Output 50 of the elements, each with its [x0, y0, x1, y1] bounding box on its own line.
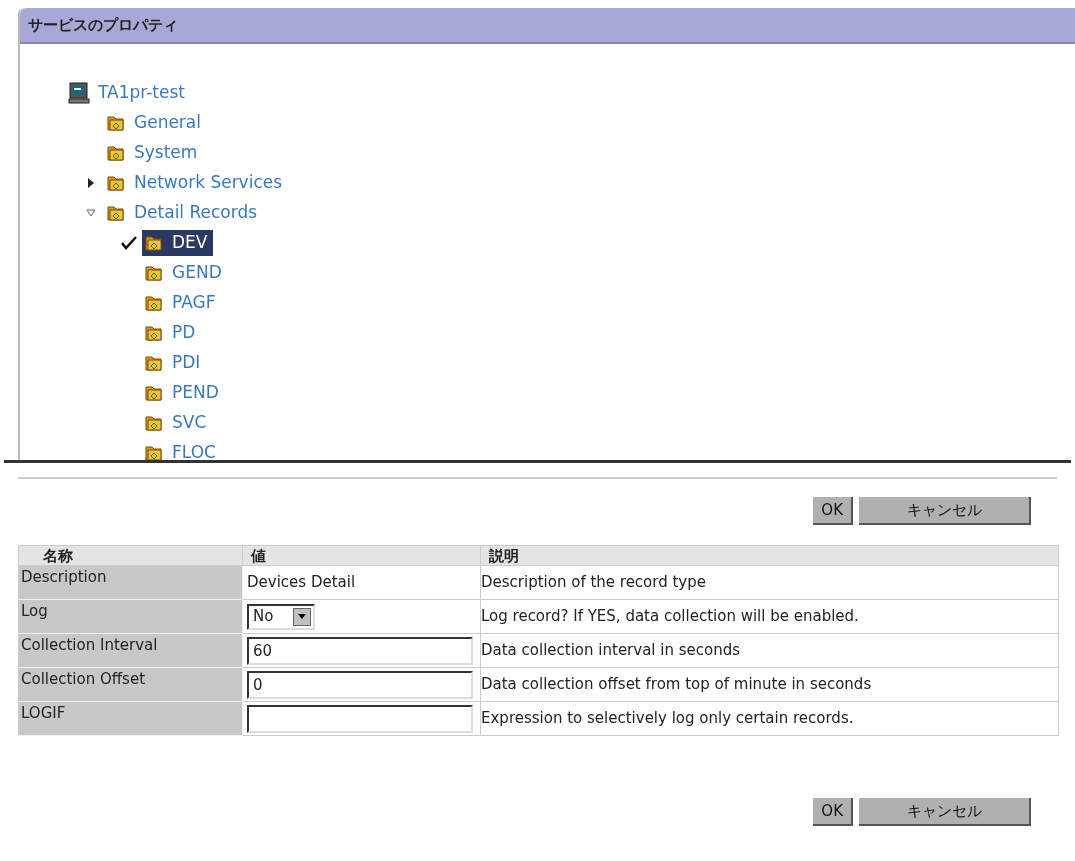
tree-item[interactable]: TA1pr-test [66, 80, 191, 106]
folder-icon [144, 353, 164, 373]
folder-icon [144, 293, 164, 313]
folder-icon [106, 203, 126, 223]
column-header: 値 [242, 545, 481, 566]
log-dropdown[interactable]: No [247, 603, 315, 630]
field-name: Collection Interval [18, 633, 243, 668]
tree-item[interactable]: General [104, 110, 207, 136]
cancel-button[interactable]: キャンセル [859, 798, 1031, 826]
field-name: LOGIF [18, 701, 243, 736]
field-description: Data collection interval in seconds [480, 633, 1059, 668]
folder-icon [144, 323, 164, 343]
tree-item[interactable]: System [104, 140, 204, 166]
tree-item[interactable]: PDI [142, 350, 207, 376]
folder-icon [106, 173, 126, 193]
ok-button[interactable]: OK [813, 497, 853, 525]
tree-item[interactable]: Detail Records [104, 200, 264, 226]
tree-item[interactable]: PEND [142, 380, 225, 406]
value-input[interactable] [247, 704, 473, 733]
folder-icon [144, 443, 164, 460]
value-input[interactable]: 0 [247, 670, 473, 699]
tree-item[interactable]: PD [142, 320, 202, 346]
folder-icon [144, 413, 164, 433]
folder-icon [106, 143, 126, 163]
computer-icon [68, 82, 90, 104]
field-description: Data collection offset from top of minute in seconds [480, 667, 1059, 702]
folder-icon [144, 233, 164, 253]
column-header: 説明 [480, 545, 1059, 566]
folder-icon [144, 263, 164, 283]
column-header: 名称 [18, 545, 243, 566]
tree-item[interactable]: Network Services [104, 170, 289, 196]
field-name: Log [18, 599, 243, 634]
value-text: Devices Detail [246, 573, 357, 592]
tree-item[interactable]: SVC [142, 410, 213, 436]
ok-button[interactable]: OK [813, 798, 853, 826]
tree-item[interactable]: GEND [142, 260, 228, 286]
field-name: Description [18, 565, 243, 600]
collapse-triangle-icon[interactable] [86, 209, 96, 217]
field-description: Expression to selectively log only certain records. [480, 701, 1059, 736]
field-description: Log record? If YES, data collection will be enabled. [480, 599, 1059, 634]
tree-item[interactable]: DEV [142, 230, 214, 256]
cancel-button[interactable]: キャンセル [859, 497, 1031, 525]
folder-icon [106, 113, 126, 133]
tree-item[interactable]: PAGF [142, 290, 222, 316]
field-name: Collection Offset [18, 667, 243, 702]
expand-triangle-icon[interactable] [88, 178, 94, 188]
folder-icon [144, 383, 164, 403]
field-description: Description of the record type [480, 565, 1059, 600]
panel-title-bar: サービスのプロパティ [20, 8, 1075, 44]
value-input[interactable]: 60 [247, 636, 473, 665]
